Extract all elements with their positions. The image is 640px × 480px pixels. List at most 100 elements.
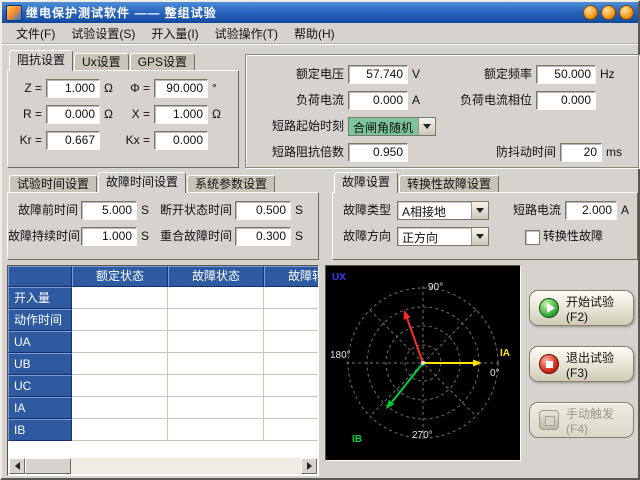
kr-input[interactable]: 0.667 [46,131,100,150]
z-input[interactable]: 1.000 [46,79,100,98]
table-cell [264,309,319,331]
reclose-fault-time-input[interactable]: 0.300 [235,227,291,246]
kr-label: Kr = [12,131,42,150]
tab-system-param-settings[interactable]: 系统参数设置 [187,175,275,193]
short-current-unit: A [621,201,629,220]
open-state-time-unit: S [295,201,303,220]
short-start-combo[interactable]: 合闸角随机 [348,117,436,136]
table-row: IA [8,397,319,419]
app-icon [6,5,22,21]
fault-direction-dropdown-button[interactable] [471,228,488,245]
short-start-dropdown-button[interactable] [418,118,435,135]
menu-bar: 文件(F) 试验设置(S) 开入量(I) 试验操作(T) 帮助(H) [2,23,638,44]
x-input[interactable]: 1.000 [154,105,208,124]
kx-input[interactable]: 0.000 [154,131,208,150]
open-state-time-label: 断开状态时间 [154,201,232,220]
fault-type-dropdown-button[interactable] [471,202,488,219]
minimize-button[interactable] [583,5,598,20]
phi-label: Φ = [120,79,150,98]
exit-test-button[interactable]: 退出试验(F3) [529,346,634,382]
tab-gps-settings[interactable]: GPS设置 [130,53,195,71]
row-label: IA [8,397,72,419]
arrow-right-icon [307,462,312,470]
fault-type-combo[interactable]: A相接地 [397,201,489,220]
chevron-down-icon [476,208,484,213]
table-cell [168,353,264,375]
menu-file[interactable]: 文件(F) [8,23,63,44]
fault-panel: 故障设置 转换性故障设置 故障类型 A相接地 短路电流 2.000 A 故障方向… [332,174,638,260]
table-cell [264,353,319,375]
z-unit: Ω [104,79,113,98]
table-cell [264,287,319,309]
debounce-label: 防抖动时间 [472,143,556,162]
table-row: UA [8,331,319,353]
table-row: UC [8,375,319,397]
scrollbar-thumb[interactable] [25,458,71,474]
fault-direction-combo[interactable]: 正方向 [397,227,489,246]
table-cell [168,287,264,309]
fault-duration-input[interactable]: 1.000 [81,227,137,246]
start-test-label: 开始试验(F2) [566,293,633,324]
chevron-down-icon [423,124,431,129]
tab-ux-settings[interactable]: Ux设置 [74,53,129,71]
short-current-input[interactable]: 2.000 [565,201,617,220]
start-icon [539,298,559,318]
open-state-time-input[interactable]: 0.500 [235,201,291,220]
fault-direction-label: 故障方向 [339,227,391,246]
manual-trigger-button[interactable]: 手动触发(F4) [529,402,634,438]
rated-params-group: 额定电压 57.740 V 额定频率 50.000 Hz 负荷电流 0.000 … [245,54,639,168]
pre-fault-time-label: 故障前时间 [8,201,78,220]
tab-test-time-settings[interactable]: 试验时间设置 [9,175,97,193]
tab-impedance-settings[interactable]: 阻抗设置 [9,50,73,71]
debounce-input[interactable]: 20 [560,143,602,162]
phasor-label-ib: IB [352,434,362,445]
fault-type-value: A相接地 [398,202,471,219]
scrollbar-track[interactable] [71,458,301,474]
z-label: Z = [12,79,42,98]
close-button[interactable] [619,5,634,20]
row-label: UB [8,353,72,375]
reclose-fault-time-label: 重合故障时间 [154,227,232,246]
table-header-row: 额定状态 故障状态 故障转换 [8,266,319,287]
rated-voltage-input[interactable]: 57.740 [348,65,408,84]
rated-freq-input[interactable]: 50.000 [536,65,596,84]
pre-fault-time-input[interactable]: 5.000 [81,201,137,220]
table-cell [264,419,319,441]
short-start-label: 短路起始时刻 [258,117,344,136]
r-unit: Ω [104,105,113,124]
menu-inputs[interactable]: 开入量(I) [143,23,206,44]
arrow-left-icon [15,462,20,470]
vector-ia-arrowhead [473,360,482,367]
phasor-label-180: 180° [330,350,351,361]
menu-test-operation[interactable]: 试验操作(T) [207,23,286,44]
impedance-multiple-input[interactable]: 0.950 [348,143,408,162]
result-table: 额定状态 故障状态 故障转换 开入量 动作时间 UA UB UC IA [7,265,319,476]
phasor-origin [421,361,425,365]
menu-help[interactable]: 帮助(H) [286,23,343,44]
window-controls [583,5,634,20]
table-cell [168,375,264,397]
load-current-input[interactable]: 0.000 [348,91,408,110]
scroll-right-button[interactable] [301,458,317,474]
scroll-left-button[interactable] [9,458,25,474]
table-cell [168,309,264,331]
convertible-fault-checkbox[interactable] [525,230,540,245]
tab-fault-settings[interactable]: 故障设置 [334,172,398,193]
maximize-button[interactable] [601,5,616,20]
pre-fault-time-unit: S [141,201,149,220]
phi-input[interactable]: 90.000 [154,79,208,98]
table-hscrollbar[interactable] [9,458,317,474]
load-current-phase-input[interactable]: 0.000 [536,91,596,110]
time-panel: 试验时间设置 故障时间设置 系统参数设置 故障前时间 5.000 S 断开状态时… [7,174,319,260]
start-test-button[interactable]: 开始试验(F2) [529,290,634,326]
tab-fault-time-settings[interactable]: 故障时间设置 [98,172,186,193]
r-label: R = [12,105,42,124]
table-row: UB [8,353,319,375]
r-input[interactable]: 0.000 [46,105,100,124]
phasor-label-90: 90° [428,282,443,293]
tab-convertible-fault-settings[interactable]: 转换性故障设置 [399,175,499,193]
menu-test-settings[interactable]: 试验设置(S) [63,23,143,44]
fault-type-label: 故障类型 [339,201,391,220]
load-current-label: 负荷电流 [274,91,344,110]
short-current-label: 短路电流 [507,201,561,220]
